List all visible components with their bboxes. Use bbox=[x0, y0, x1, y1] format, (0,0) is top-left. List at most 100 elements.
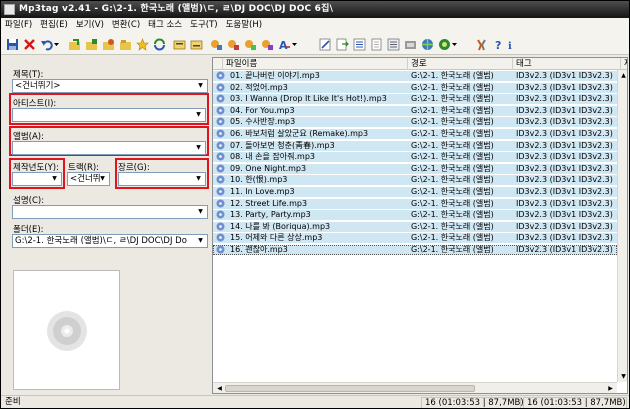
album-field[interactable]: ▼ bbox=[12, 141, 206, 155]
year-field[interactable]: ▼ bbox=[12, 172, 62, 186]
open-folder-icon[interactable] bbox=[119, 38, 132, 51]
column-tag[interactable]: 태그 bbox=[513, 58, 621, 70]
playlist-icon[interactable] bbox=[353, 38, 366, 51]
folder-field[interactable]: G:\2-1. 한국노래 (앨범)\ㄷ, ㄹ\DJ DOC\DJ Do ▼ bbox=[12, 234, 208, 248]
scroll-up-icon[interactable]: ▲ bbox=[619, 71, 627, 80]
chevron-down-icon[interactable]: ▼ bbox=[193, 110, 204, 120]
row-tag: ID3v2.3 (ID3v1 ID3v2.3) bbox=[516, 221, 613, 231]
window-title: Mp3tag v2.41 - G:\2-1. 한국노래 (앨범)\ㄷ, ㄹ\DJ… bbox=[19, 4, 334, 14]
menu-convert[interactable]: 변환(C) bbox=[108, 18, 144, 33]
options-list-icon[interactable] bbox=[387, 38, 400, 51]
favorite-star-icon[interactable] bbox=[136, 38, 149, 51]
table-row[interactable]: 05. 수사반장.mp3 G:\2-1. 한국노래 (앨범) ID3v2.3 (ID… bbox=[213, 117, 627, 128]
convert-tag-icon-2[interactable] bbox=[227, 38, 240, 51]
cover-art[interactable] bbox=[13, 270, 120, 390]
chevron-down-icon[interactable]: ▼ bbox=[193, 174, 204, 184]
row-filename: 16. 괜찮아.mp3 bbox=[230, 245, 288, 254]
menu-tag-sources[interactable]: 태그 소스 bbox=[144, 18, 186, 33]
row-filename: 13. Party, Party.mp3 bbox=[230, 210, 311, 220]
chevron-down-icon[interactable]: ▼ bbox=[49, 174, 60, 184]
table-row[interactable]: 13. Party, Party.mp3 G:\2-1. 한국노래 (앨범) ID3… bbox=[213, 210, 627, 221]
toolbar: A ? ℹ bbox=[1, 33, 629, 55]
row-path: G:\2-1. 한국노래 (앨범) bbox=[411, 140, 494, 150]
column-title[interactable]: 제 bbox=[621, 58, 627, 70]
table-row[interactable]: 11. In Love.mp3 G:\2-1. 한국노래 (앨범) ID3v2.3 … bbox=[213, 187, 627, 197]
chevron-down-icon[interactable]: ▼ bbox=[97, 174, 108, 184]
folder-export-icon[interactable] bbox=[102, 38, 115, 51]
row-filename: 09. One Night.mp3 bbox=[230, 163, 307, 173]
settings-icon[interactable] bbox=[475, 38, 488, 51]
table-row[interactable]: 09. One Night.mp3 G:\2-1. 한국노래 (앨범) ID3v2.… bbox=[213, 163, 627, 174]
menu-help[interactable]: 도움말(H) bbox=[222, 18, 266, 33]
chevron-down-icon[interactable] bbox=[53, 38, 60, 51]
chevron-down-icon[interactable] bbox=[451, 38, 458, 51]
chevron-down-icon[interactable] bbox=[291, 38, 298, 51]
row-path: G:\2-1. 한국노래 (앨범) bbox=[411, 129, 494, 138]
table-row[interactable]: 03. I Wanna (Drop It Like It's Hot!).mp3… bbox=[213, 94, 625, 105]
row-path: G:\2-1. 한국노래 (앨범) bbox=[411, 221, 494, 231]
web-source-icon[interactable] bbox=[421, 38, 434, 51]
title-bar[interactable]: Mp3tag v2.41 - G:\2-1. 한국노래 (앨범)\ㄷ, ㄹ\DJ… bbox=[1, 1, 629, 18]
table-row[interactable]: 12. Street Life.mp3 G:\2-1. 한국노래 (앨범) ID3v… bbox=[213, 198, 627, 209]
comment-field[interactable]: ▼ bbox=[12, 205, 208, 219]
table-row[interactable]: 16. 괜찮아.mp3 G:\2-1. 한국노래 (앨범) ID3v2.3 (ID3… bbox=[213, 245, 627, 255]
column-filename[interactable]: 파일이름 bbox=[223, 58, 408, 70]
menu-file[interactable]: 파일(F) bbox=[1, 18, 36, 33]
row-path: G:\2-1. 한국노래 (앨범) bbox=[411, 71, 494, 80]
scroll-right-icon[interactable]: ▶ bbox=[606, 384, 615, 393]
table-row[interactable]: 15. 어제와 다른 상상.mp3 G:\2-1. 한국노래 (앨범) ID3v2.… bbox=[213, 233, 627, 244]
row-tag: ID3v2.3 (ID3v1 ID3v2.3) bbox=[516, 233, 613, 243]
row-filename: 10. 한(恨).mp3 bbox=[230, 175, 288, 185]
table-row[interactable]: 14. 나를 봐 (Boriqua).mp3 G:\2-1. 한국노래 (앨범) I… bbox=[213, 221, 627, 232]
text-case-icon[interactable]: A bbox=[278, 38, 291, 51]
table-row[interactable]: 10. 한(恨).mp3 G:\2-1. 한국노래 (앨범) ID3v2.3 (ID… bbox=[213, 175, 627, 186]
freedb-icon[interactable] bbox=[404, 38, 417, 51]
title-field[interactable]: <건너뛰기> ▼ bbox=[12, 79, 208, 93]
document-icon[interactable] bbox=[370, 38, 383, 51]
undo-icon[interactable] bbox=[40, 38, 53, 51]
tag-panel: 제목(T): <건너뛰기> ▼ 아티스트(I): ▼ 앨범(A): ▼ 제작년도… bbox=[4, 57, 209, 394]
track-field[interactable]: <건너뛰 ▼ bbox=[67, 172, 110, 186]
row-tag: ID3v2.3 (ID3v1 ID3v2.3) bbox=[516, 152, 613, 162]
scroll-left-icon[interactable]: ◀ bbox=[215, 384, 224, 393]
tag-filename-icon[interactable] bbox=[173, 38, 186, 51]
scroll-down-icon[interactable]: ▼ bbox=[619, 372, 627, 381]
convert-tag-icon-4[interactable] bbox=[261, 38, 274, 51]
convert-tag-icon-1[interactable] bbox=[210, 38, 223, 51]
table-row[interactable]: 07. 돌아보면 청춘(靑春).mp3 G:\2-1. 한국노래 (앨범) ID3v… bbox=[213, 140, 627, 151]
edit-icon[interactable] bbox=[319, 38, 332, 51]
tag-sources-icon[interactable] bbox=[438, 38, 451, 51]
menu-tools[interactable]: 도구(T) bbox=[186, 18, 221, 33]
header-icon-column[interactable] bbox=[213, 58, 223, 70]
filename-tag-icon[interactable] bbox=[190, 38, 203, 51]
scroll-thumb[interactable] bbox=[225, 385, 475, 392]
table-row[interactable]: 02. 적었어.mp3 G:\2-1. 한국노래 (앨범) ID3v2.3 (ID3… bbox=[213, 82, 627, 93]
table-row[interactable]: 08. 내 손을 잡아줘.mp3 G:\2-1. 한국노래 (앨범) ID3v2.3… bbox=[213, 152, 627, 163]
status-bar: 준비 16 (01:03:53 | 87,7MB) 16 (01:03:53 |… bbox=[1, 395, 629, 408]
export-icon[interactable] bbox=[336, 38, 349, 51]
table-row[interactable]: 04. For You.mp3 G:\2-1. 한국노래 (앨범) ID3v2.3 … bbox=[213, 105, 627, 116]
convert-tag-icon-3[interactable] bbox=[244, 38, 257, 51]
column-path[interactable]: 경로 bbox=[408, 58, 513, 70]
change-directory-icon[interactable] bbox=[68, 38, 81, 51]
menu-edit[interactable]: 편집(E) bbox=[36, 18, 72, 33]
save-icon[interactable] bbox=[6, 38, 19, 51]
horizontal-scrollbar[interactable]: ◀ ▶ bbox=[213, 382, 617, 393]
add-directory-icon[interactable] bbox=[85, 38, 98, 51]
row-filename: 08. 내 손을 잡아줘.mp3 bbox=[230, 152, 316, 162]
menu-view[interactable]: 보기(V) bbox=[72, 18, 108, 33]
remove-tag-icon[interactable] bbox=[23, 38, 36, 51]
chevron-down-icon[interactable]: ▼ bbox=[195, 81, 206, 91]
info-icon[interactable]: ℹ bbox=[506, 38, 519, 51]
chevron-down-icon[interactable]: ▼ bbox=[195, 207, 206, 217]
vertical-scrollbar[interactable]: ▲ ▼ bbox=[617, 70, 627, 382]
artist-field[interactable]: ▼ bbox=[12, 108, 206, 122]
file-list[interactable]: 파일이름 경로 태그 제 01. 끝나버린 이야기.mp3 G:\2-1. 한국노… bbox=[212, 57, 628, 394]
refresh-icon[interactable] bbox=[153, 38, 166, 51]
chevron-down-icon[interactable]: ▼ bbox=[195, 236, 206, 246]
help-icon[interactable]: ? bbox=[492, 38, 505, 51]
chevron-down-icon[interactable]: ▼ bbox=[193, 143, 204, 153]
table-row[interactable]: 06. 바보처럼 살았군요 (Remake).mp3 G:\2-1. 한국노래 (… bbox=[213, 129, 627, 139]
table-row[interactable]: 01. 끝나버린 이야기.mp3 G:\2-1. 한국노래 (앨범) ID3v2.3… bbox=[213, 71, 627, 81]
genre-field[interactable]: ▼ bbox=[118, 172, 206, 186]
